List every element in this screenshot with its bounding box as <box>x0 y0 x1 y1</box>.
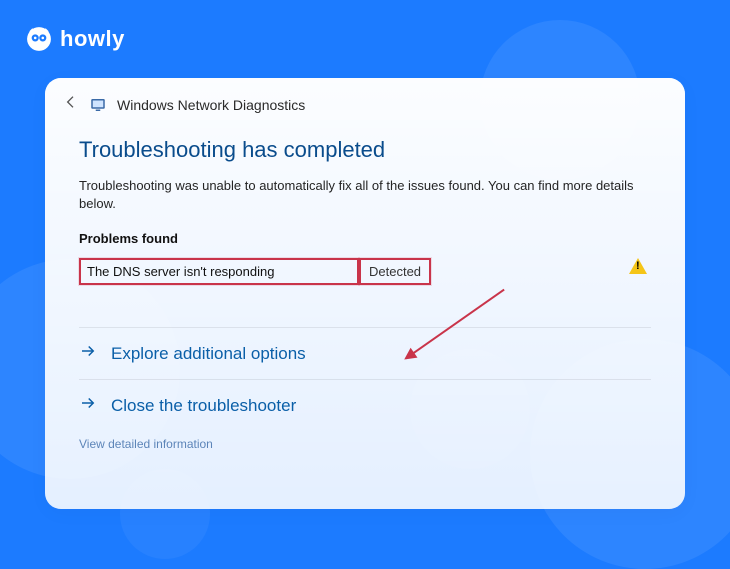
window-title: Windows Network Diagnostics <box>117 97 305 113</box>
brand-logo: howly <box>26 26 125 52</box>
explore-additional-options[interactable]: Explore additional options <box>79 328 651 380</box>
problem-status: Detected <box>359 258 431 285</box>
explore-option-label: Explore additional options <box>111 344 306 364</box>
back-arrow-icon[interactable] <box>63 94 79 115</box>
page-subtext: Troubleshooting was unable to automatica… <box>79 177 651 213</box>
network-diagnostics-icon <box>89 96 107 114</box>
problem-name: The DNS server isn't responding <box>79 258 359 285</box>
arrow-right-icon <box>79 342 97 365</box>
close-option-label: Close the troubleshooter <box>111 396 296 416</box>
warning-icon <box>629 258 647 276</box>
problem-row: The DNS server isn't responding Detected <box>79 250 651 328</box>
diagnostics-dialog: Windows Network Diagnostics Troubleshoot… <box>45 78 685 509</box>
brand-name: howly <box>60 26 125 52</box>
problems-found-label: Problems found <box>79 231 651 246</box>
arrow-right-icon <box>79 394 97 417</box>
close-troubleshooter[interactable]: Close the troubleshooter <box>79 380 651 431</box>
owl-icon <box>26 26 52 52</box>
title-bar: Windows Network Diagnostics <box>45 92 685 123</box>
page-heading: Troubleshooting has completed <box>79 137 651 163</box>
view-detailed-information-link[interactable]: View detailed information <box>79 437 213 451</box>
